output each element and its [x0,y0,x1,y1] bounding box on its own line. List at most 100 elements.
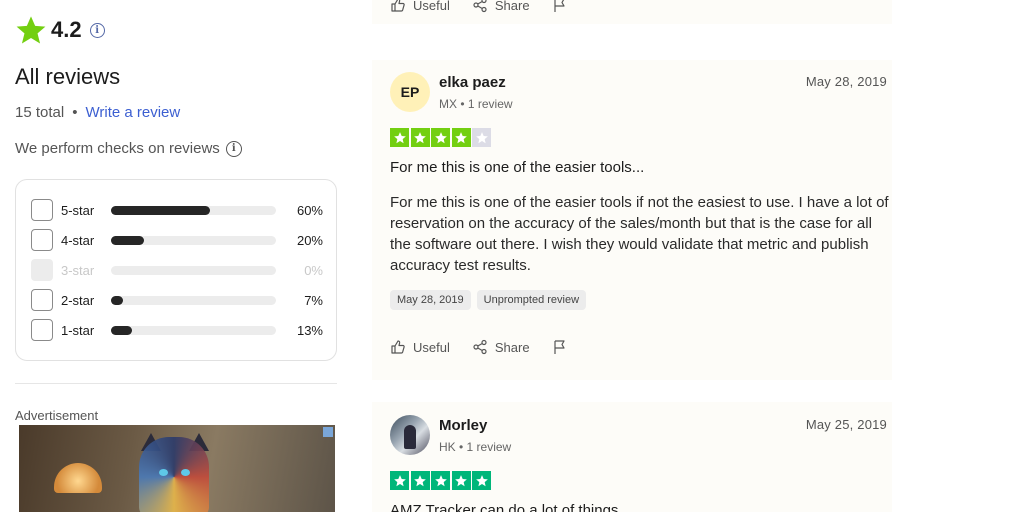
review-date: May 28, 2019 [805,74,887,89]
checks-info-icon[interactable]: i [225,140,242,157]
filter-1-star[interactable]: 1-star 13% [31,318,323,342]
rating-star-5 [472,471,491,490]
share-button[interactable]: Share [472,339,530,355]
review-tags: May 28, 2019 Unprompted review [390,290,592,310]
thumbs-up-icon [391,0,405,12]
star-icon [414,131,426,143]
filter-label: 3-star [61,262,95,278]
checkbox-2-star[interactable] [31,289,53,311]
rating-star-4 [451,471,471,490]
star-icon [16,16,46,44]
report-button[interactable] [552,339,575,355]
reviewer-meta: MX • 1 review [439,97,513,111]
star-icon [393,474,406,486]
total-count: 15 total [15,104,65,121]
share-label: Share [494,339,530,355]
avatar-photo [404,425,416,449]
filter-label: 5-star [61,202,95,218]
star-icon [434,131,447,143]
all-reviews-heading: All reviews [15,64,121,89]
rating-star-5 [472,128,491,147]
review-star-rating [390,128,493,147]
filter-2-star[interactable]: 2-star 7% [31,288,323,312]
write-review-link[interactable]: Write a review [85,104,180,121]
share-icon [473,339,487,355]
rating-star-4 [451,128,471,147]
advertisement-label: Advertisement [15,408,99,423]
filter-label: 4-star [61,232,95,248]
filter-3-star: 3-star 0% [31,258,323,282]
filter-percent: 20% [296,232,323,248]
rating-star-1 [390,471,409,490]
rating-star-3 [431,471,450,490]
thumbs-up-icon [391,340,405,354]
review-checks-notice: We perform checks on reviews i [15,140,242,157]
star-icon [455,474,467,486]
filter-label: 1-star [61,322,95,338]
ad-cat-eye [181,469,190,476]
distribution-bar-fill [111,235,144,245]
checkbox-4-star[interactable] [31,229,53,251]
distribution-bar-track [111,325,276,335]
checkbox-3-star [31,259,53,281]
advertisement-image[interactable] [19,425,335,512]
filter-label: 2-star [61,292,95,308]
rating-value: 4.2 [51,17,82,42]
review-body: For me this is one of the easier tools i… [390,194,889,274]
ad-cat-eye [159,469,168,476]
distribution-bar-track [111,265,276,275]
distribution-bar-fill [111,325,133,335]
distribution-bar-track [111,295,276,305]
distribution-bar-fill [111,295,123,305]
separator-dot: • [72,104,78,121]
report-button[interactable] [552,0,575,13]
checkbox-1-star[interactable] [31,319,53,341]
star-icon [414,474,426,486]
previous-review-actions: Useful Share [390,0,597,13]
unprompted-review-tag[interactable]: Unprompted review [476,290,587,310]
useful-button[interactable]: Useful [390,339,450,355]
star-icon [475,474,488,486]
review-date-tag: May 28, 2019 [390,290,471,310]
rating-star-1 [390,128,409,147]
rating-star-3 [431,128,450,147]
review-count-row: 15 total • Write a review [15,104,180,121]
reviewer-avatar[interactable] [390,415,430,455]
share-icon [473,0,487,13]
share-button[interactable]: Share [472,0,530,13]
reviewer-avatar[interactable]: EP [390,72,430,112]
rating-star-2 [410,128,430,147]
useful-label: Useful [413,0,450,13]
review-title[interactable]: For me this is one of the easier tools..… [390,159,644,176]
star-icon [455,131,467,143]
overall-rating: 4.2 i [15,13,105,47]
checkbox-5-star[interactable] [31,199,53,221]
flag-icon [553,340,565,354]
ad-choices-icon[interactable] [323,427,333,437]
reviewer-name[interactable]: elka paez [439,74,506,91]
reviewer-meta: HK • 1 review [439,440,512,454]
ad-lamp-shape [54,463,102,493]
filter-percent: 13% [296,322,323,338]
flag-icon [553,0,565,12]
distribution-bar-fill [111,205,210,215]
filter-4-star[interactable]: 4-star 20% [31,228,323,252]
review-title[interactable]: AMZ Tracker can do a lot of things [390,502,618,512]
ad-cat-lamp-shape [139,437,209,512]
review-actions: Useful Share [390,339,597,355]
star-icon [434,474,447,486]
review-star-rating [390,471,493,490]
rating-info-icon[interactable]: i [89,22,105,38]
star-icon [393,131,406,143]
reviewer-name[interactable]: Morley [439,417,487,434]
filter-percent: 0% [304,262,323,278]
rating-star-2 [410,471,430,490]
divider [15,383,337,384]
star-icon [475,131,488,143]
filter-percent: 60% [296,202,323,218]
distribution-bar-track [111,235,276,245]
useful-button[interactable]: Useful [390,0,450,13]
distribution-bar-track [111,205,276,215]
filter-5-star[interactable]: 5-star 60% [31,198,323,222]
review-date: May 25, 2019 [805,417,887,432]
